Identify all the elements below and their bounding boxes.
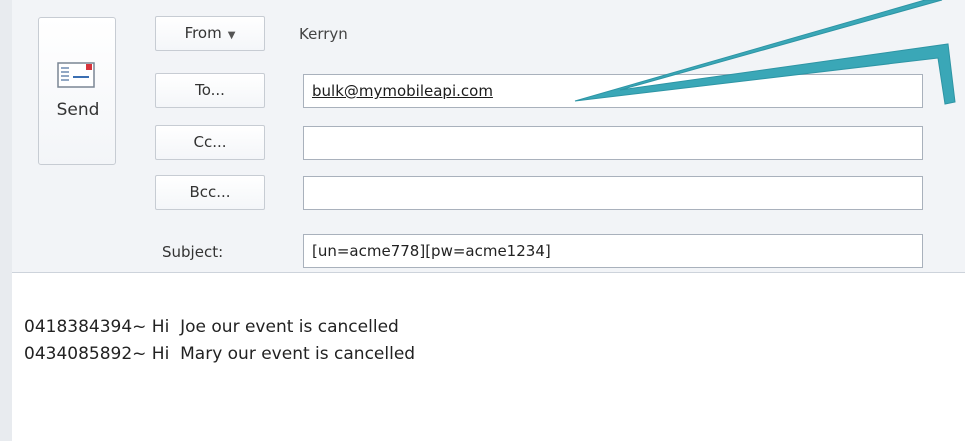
to-recipient[interactable]: bulk@mymobileapi.com bbox=[312, 82, 493, 100]
chevron-down-icon: ▼ bbox=[227, 30, 236, 41]
cc-field[interactable] bbox=[303, 126, 923, 160]
subject-value: [un=acme778][pw=acme1234] bbox=[312, 242, 551, 260]
to-field[interactable]: bulk@mymobileapi.com bbox=[303, 74, 923, 108]
body-line-1: 0418384394~ Hi Joe our event is cancelle… bbox=[24, 317, 399, 337]
message-body[interactable]: 0418384394~ Hi Joe our event is cancelle… bbox=[12, 273, 965, 441]
subject-field[interactable]: [un=acme778][pw=acme1234] bbox=[303, 234, 923, 268]
bcc-field[interactable] bbox=[303, 176, 923, 210]
body-line-2: 0434085892~ Hi Mary our event is cancell… bbox=[24, 344, 416, 364]
cc-button[interactable]: Cc... bbox=[155, 125, 265, 160]
send-button[interactable]: Send bbox=[38, 17, 116, 165]
to-button[interactable]: To... bbox=[155, 73, 265, 108]
compose-header: Send From ▼ Kerryn To... bulk@mymobileapi… bbox=[12, 0, 965, 273]
envelope-send-icon bbox=[57, 62, 95, 88]
from-value: Kerryn bbox=[299, 25, 348, 43]
from-button[interactable]: From ▼ bbox=[155, 16, 265, 51]
send-label: Send bbox=[56, 100, 100, 120]
subject-label: Subject: bbox=[162, 243, 224, 261]
bcc-button[interactable]: Bcc... bbox=[155, 175, 265, 210]
from-label: From bbox=[184, 24, 222, 42]
